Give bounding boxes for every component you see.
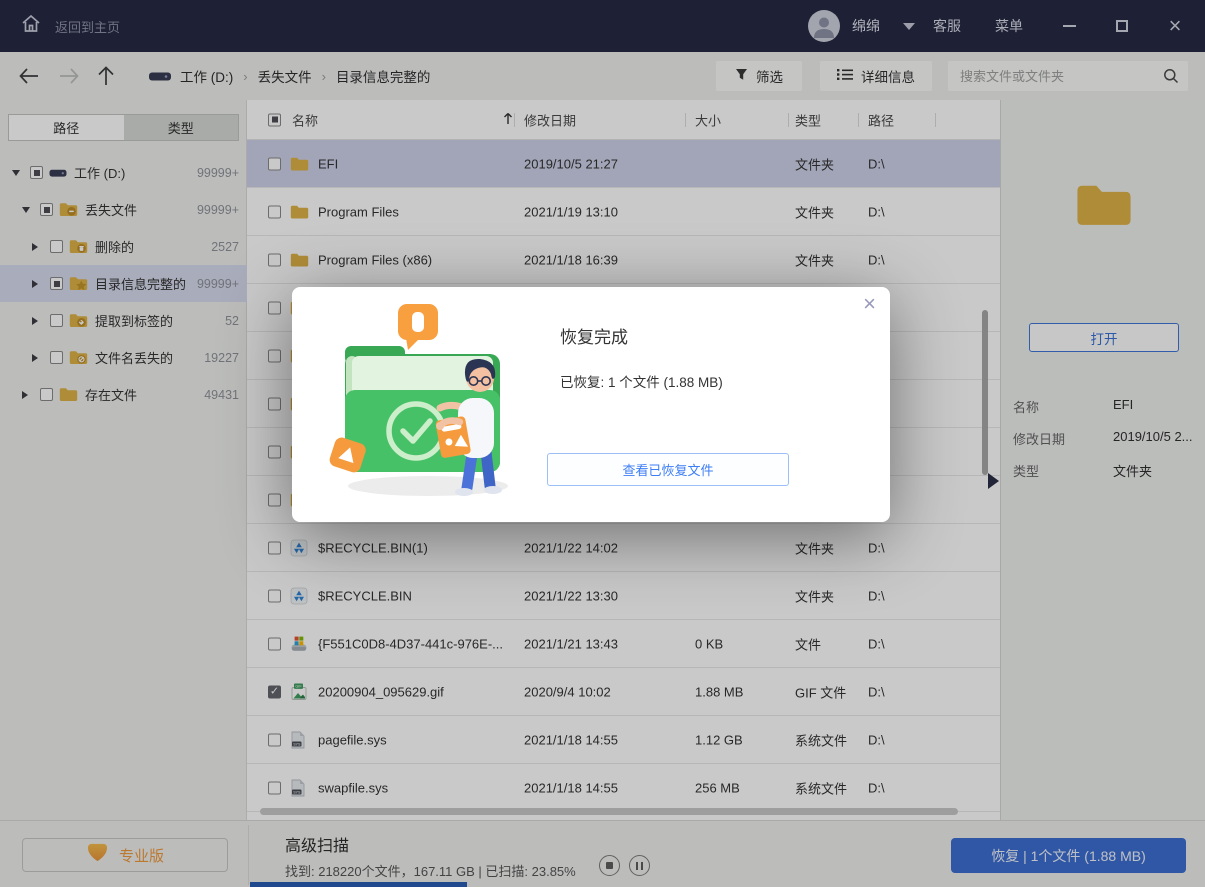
speech-bubble (398, 304, 438, 350)
app-window: 返回到主页 绵绵 客服 菜单 × 工作 (D:)›丢失文件›目录信息完整的 筛选… (0, 0, 1205, 887)
dialog-title: 恢复完成 (560, 323, 628, 348)
dialog-close-icon[interactable]: × (863, 293, 876, 315)
recovery-complete-dialog: × (292, 287, 890, 522)
view-recovered-files-button[interactable]: 查看已恢复文件 (547, 453, 789, 486)
dialog-message: 已恢复: 1 个文件 (1.88 MB) (560, 371, 723, 391)
recovery-illustration (320, 302, 545, 507)
